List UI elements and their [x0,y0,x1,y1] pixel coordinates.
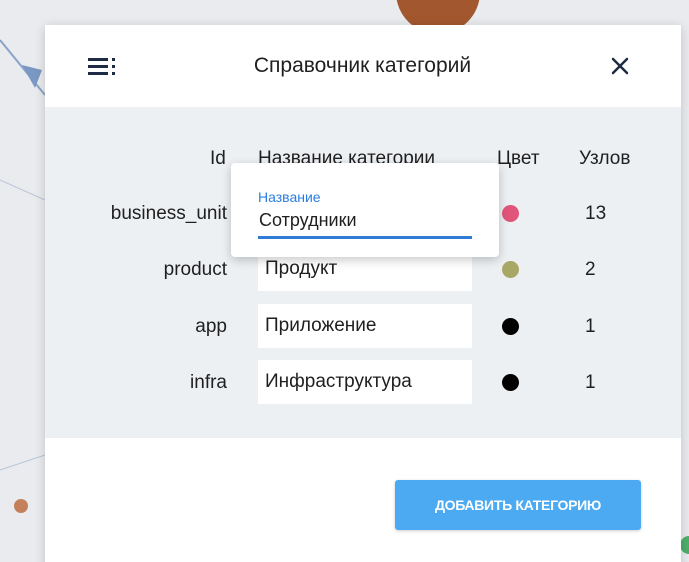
column-header-nodes: Узлов [579,148,631,169]
edit-name-input[interactable] [258,205,472,239]
category-color-swatch[interactable] [502,205,519,222]
node-count: 1 [585,372,596,393]
node-count: 1 [585,316,596,337]
column-header-id: Id [210,148,226,169]
edit-name-popup: Название [231,163,499,257]
category-color-swatch[interactable] [502,261,519,278]
dialog-title: Справочник категорий [253,54,472,77]
category-name-field[interactable]: Инфраструктура [258,360,472,404]
add-category-button[interactable]: ДОБАВИТЬ КАТЕГОРИЮ [395,480,641,530]
category-dictionary-dialog: Справочник категорий Id Название категор… [45,25,681,562]
edit-name-label: Название [258,189,321,205]
menu-icon[interactable] [88,55,122,77]
node-count: 13 [585,203,607,224]
category-color-swatch[interactable] [502,318,519,335]
close-icon[interactable] [607,53,633,79]
column-header-color: Цвет [497,148,540,169]
category-color-swatch[interactable] [502,374,519,391]
table-row-id: app [195,316,227,337]
graph-node[interactable] [14,499,28,513]
table-row-id: product [163,259,227,280]
category-name-field[interactable]: Приложение [258,304,472,348]
node-count: 2 [585,259,596,280]
dialog-header: Справочник категорий [45,25,681,107]
graph-node[interactable] [680,536,689,554]
table-row-id: business_unit [110,203,227,224]
table-row-id: infra [190,372,227,393]
